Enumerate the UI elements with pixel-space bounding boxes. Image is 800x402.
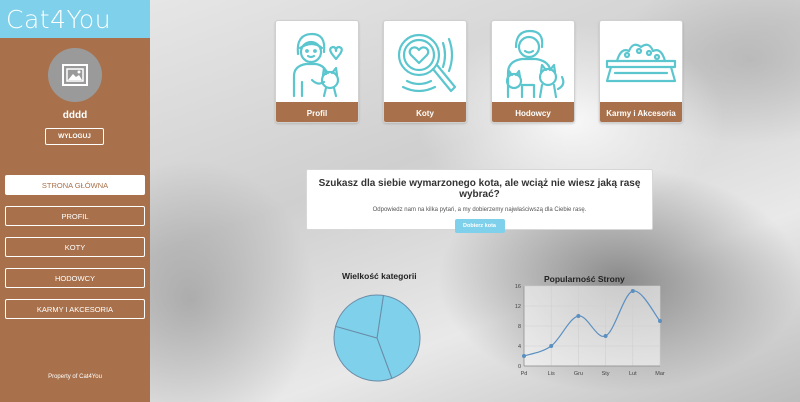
nav-item-cats[interactable]: KOTY — [5, 237, 145, 257]
card-label-profile: Profil — [276, 102, 358, 122]
breeder-with-cats-icon — [505, 29, 565, 98]
nav-item-food-accessories[interactable]: KARMY I AKCESORIA — [5, 299, 145, 319]
card-profile[interactable]: Profil — [275, 20, 359, 123]
logout-button[interactable]: WYLOGUJ — [45, 128, 104, 145]
app-logo[interactable]: Cat4You — [6, 5, 111, 34]
card-label-breeders: Hodowcy — [492, 102, 574, 122]
logo-bar: Cat4You — [0, 0, 150, 38]
magnifier-heart-icon — [397, 33, 457, 92]
y-tick-label: 8 — [518, 324, 521, 330]
breed-quiz-panel: Szukasz dla siebie wymarzonego kota, ale… — [306, 169, 653, 233]
x-tick-label: Sty — [602, 371, 610, 377]
data-point-Lis[interactable] — [549, 344, 554, 348]
person-with-cat-icon — [292, 32, 343, 97]
nav-item-profile[interactable]: PROFIL — [5, 206, 145, 226]
x-tick-label: Pd — [521, 371, 528, 377]
data-point-Gru[interactable] — [576, 314, 581, 318]
y-tick-label: 16 — [515, 284, 521, 290]
quiz-title: Szukasz dla siebie wymarzonego kota, ale… — [318, 178, 641, 200]
card-cats[interactable]: Koty — [383, 20, 467, 123]
y-tick-label: 4 — [518, 344, 521, 350]
pie-chart — [333, 294, 421, 382]
image-placeholder-icon — [62, 64, 88, 86]
pie-chart-title: Wielkość kategorii — [342, 271, 417, 281]
y-tick-label: 0 — [518, 364, 521, 370]
data-point-Sty[interactable] — [603, 334, 608, 338]
avatar[interactable] — [48, 48, 102, 102]
card-label-cats: Koty — [384, 102, 466, 122]
data-point-Mar[interactable] — [658, 319, 662, 323]
quiz-subtitle: Odpowiedz nam na kilka pytań, a my dobie… — [372, 207, 587, 213]
nav-item-breeders[interactable]: HODOWCY — [5, 268, 145, 288]
card-food-accessories[interactable]: Karmy i Akcesoria — [599, 20, 683, 123]
x-tick-label: Mar — [655, 371, 665, 377]
x-tick-label: Lis — [548, 371, 555, 377]
data-point-Pd[interactable] — [522, 354, 526, 358]
line-chart: 0 4 8 12 16 Pd Lis Gru Sty Lut Mar — [515, 284, 665, 377]
y-tick-label: 12 — [515, 304, 521, 310]
x-tick-label: Gru — [574, 371, 583, 377]
match-cat-button[interactable]: Dobierz kota — [454, 219, 505, 233]
card-label-food-accessories: Karmy i Akcesoria — [600, 102, 682, 122]
footer-note: Property of Cat4You — [48, 374, 102, 380]
card-breeders[interactable]: Hodowcy — [491, 20, 575, 123]
food-bowl-icon — [605, 43, 677, 82]
x-tick-label: Lut — [629, 371, 637, 377]
nav-item-home[interactable]: STRONA GŁÓWNA — [5, 175, 145, 195]
username: dddd — [62, 110, 88, 121]
sidebar: Cat4You dddd WYLOGUJ STRONA GŁÓWNA PROFI… — [0, 0, 150, 402]
main-nav: STRONA GŁÓWNA PROFIL KOTY HODOWCY KARMY … — [5, 175, 145, 330]
data-point-Lut[interactable] — [630, 289, 635, 293]
